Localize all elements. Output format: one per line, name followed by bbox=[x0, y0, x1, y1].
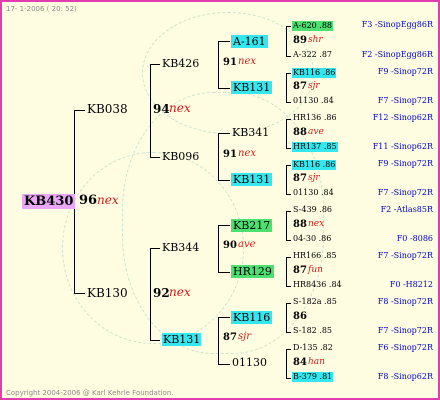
gen3-tag: sjr bbox=[238, 331, 252, 342]
gen4-bird-id[interactable]: 01130 bbox=[232, 357, 267, 368]
gen3-tag: ave bbox=[238, 239, 256, 250]
gen5-sire-loft: F3 -SinopEgg86R bbox=[361, 20, 433, 29]
gen5-dam-loft: F7 -Sinop72R bbox=[377, 96, 433, 105]
gen5-tag: ave bbox=[308, 127, 324, 137]
gen5-tag: sjr bbox=[308, 81, 320, 91]
gen3-bird-id[interactable]: KB426 bbox=[162, 58, 199, 69]
gen4-bird-id[interactable]: KB341 bbox=[232, 127, 269, 138]
dam-tag: nex bbox=[169, 285, 191, 299]
dam-bird-id[interactable]: KB130 bbox=[87, 287, 128, 299]
gen3-bird-id[interactable]: KB344 bbox=[162, 242, 199, 253]
gen5-sire-loft: F12 -Sinop62R bbox=[372, 113, 433, 122]
gen4-bird-id[interactable]: KB131 bbox=[231, 81, 273, 94]
gen3-bird-id[interactable]: KB131 bbox=[162, 333, 202, 346]
gen3-score: 87 bbox=[223, 332, 237, 343]
subject-bird-id[interactable]: KB430 bbox=[22, 194, 76, 209]
gen5-sire-loft: F9 -Sinop72R bbox=[377, 159, 433, 168]
gen5-dam-loft: F2 -SinopEgg86R bbox=[361, 50, 433, 59]
gen5-score: 88 bbox=[293, 219, 307, 230]
gen4-bird-id[interactable]: KB217 bbox=[231, 219, 273, 232]
pedigree-frame: 17- 1-2006 ( 20: 52) Copyright 2004-2006… bbox=[0, 0, 440, 400]
gen5-dam-loft: F8 -Sinop62R bbox=[377, 372, 433, 381]
gen3-score: 90 bbox=[223, 240, 237, 251]
gen5-tag: fun bbox=[308, 265, 323, 275]
gen5-dam-loft: F7 -Sinop72R bbox=[377, 188, 433, 197]
gen5-score: 87 bbox=[293, 173, 307, 184]
gen5-sire-loft: F8 -Sinop72R bbox=[377, 297, 433, 306]
gen5-score: 84 bbox=[293, 357, 307, 368]
gen5-dam-loft: F0 -8086 bbox=[396, 234, 433, 243]
copyright: Copyright 2004-2006 @ Karl Kehrle Founda… bbox=[6, 389, 174, 397]
gen4-bird-id[interactable]: A-161 bbox=[231, 35, 268, 48]
subject-score: 96 bbox=[79, 193, 98, 208]
gen3-tag: nex bbox=[238, 56, 256, 67]
gen5-tag: shr bbox=[308, 35, 323, 45]
gen5-tag: han bbox=[308, 357, 325, 367]
gen5-dam-loft: F7 -Sinop72R bbox=[377, 326, 433, 335]
gen3-score: 91 bbox=[223, 57, 237, 68]
gen5-sire-loft: F9 -Sinop72R bbox=[377, 67, 433, 76]
gen5-sire-loft: F6 -Sinop72R bbox=[377, 343, 433, 352]
gen4-bird-id[interactable]: KB131 bbox=[231, 173, 273, 186]
gen4-bird-id[interactable]: KB116 bbox=[231, 311, 273, 324]
report-date: 17- 1-2006 ( 20: 52) bbox=[6, 5, 77, 13]
dam-score: 92 bbox=[153, 286, 170, 300]
gen5-sire-loft: F2 -Atlas85R bbox=[380, 205, 433, 214]
gen3-tag: nex bbox=[238, 148, 256, 159]
gen3-bird-id[interactable]: KB096 bbox=[162, 151, 199, 162]
gen5-score: 87 bbox=[293, 81, 307, 92]
gen5-tag: sjr bbox=[308, 173, 320, 183]
gen5-tag: nex bbox=[308, 219, 325, 229]
gen5-score: 87 bbox=[293, 265, 307, 276]
gen3-score: 91 bbox=[223, 149, 237, 160]
sire-tag: nex bbox=[169, 101, 191, 115]
subject-tag: nex bbox=[97, 193, 119, 207]
gen5-dam-loft: F11 -Sinop62R bbox=[372, 142, 433, 151]
gen5-score: 89 bbox=[293, 35, 307, 46]
sire-bird-id[interactable]: KB038 bbox=[87, 103, 128, 115]
gen5-sire-loft: F7 -Sinop72R bbox=[377, 251, 433, 260]
sire-score: 94 bbox=[153, 102, 170, 116]
gen5-dam-loft: F0 -H8212 bbox=[389, 280, 433, 289]
gen5-score: 86 bbox=[293, 311, 307, 322]
gen4-bird-id[interactable]: HR129 bbox=[231, 265, 274, 278]
gen5-score: 88 bbox=[293, 127, 307, 138]
